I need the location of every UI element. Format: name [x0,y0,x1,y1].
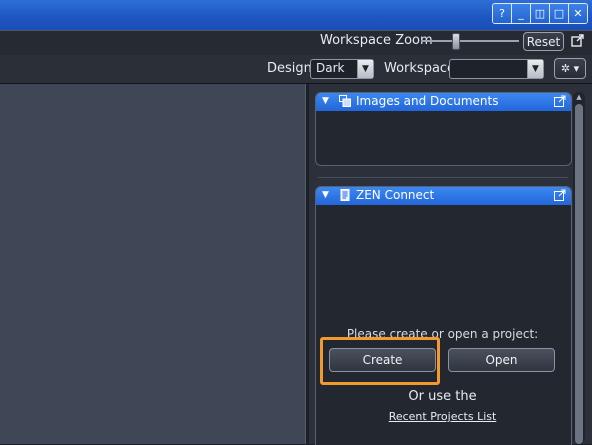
tile-button[interactable]: ◫ [530,4,549,23]
zoom-slider-track[interactable] [421,40,519,42]
zen-connect-header[interactable]: ▼ ZEN Connect [316,187,571,205]
collapse-triangle-icon[interactable]: ▼ [322,190,329,200]
chevron-down-icon: ▼ [357,60,373,78]
window-titlebar: ? _ ◫ □ ✕ [0,0,592,30]
help-button[interactable]: ? [493,4,511,23]
images-icon [339,95,351,107]
scroll-up-icon[interactable]: ▲ [575,93,583,101]
zoom-slider-thumb[interactable] [452,33,460,50]
external-icon[interactable] [554,189,566,201]
maximize-button[interactable]: □ [549,4,568,23]
or-use-text: Or use the [408,389,477,404]
collapse-triangle-icon[interactable]: ▼ [322,96,329,106]
window-controls: ? _ ◫ □ ✕ [492,3,588,24]
design-label: Design [267,61,312,76]
document-icon [339,189,351,201]
design-dropdown-value: Dark [316,61,345,75]
chevron-down-icon: ▼ [527,60,543,78]
reset-button[interactable]: Reset [523,32,564,51]
gear-icon: ✲ ▾ [560,62,580,75]
images-documents-panel: ▼ Images and Documents [315,92,572,166]
recent-projects-link[interactable]: Recent Projects List [315,410,570,423]
image-canvas [0,84,305,444]
settings-button[interactable]: ✲ ▾ [554,58,586,79]
external-icon[interactable] [554,95,566,107]
scrollbar-thumb[interactable] [575,104,583,444]
zen-connect-panel: ▼ ZEN Connect [315,186,572,445]
zoom-toolbar [0,30,592,56]
workspace-dropdown[interactable]: ▼ [449,59,544,79]
popout-icon[interactable] [570,33,584,47]
design-dropdown[interactable]: Dark ▼ [310,59,374,79]
images-documents-header[interactable]: ▼ Images and Documents [316,93,571,111]
zen-connect-title: ZEN Connect [356,188,435,202]
create-button-highlight [320,337,440,385]
minimize-button[interactable]: _ [511,4,530,23]
workspace-zoom-label: Workspace Zoom [320,33,433,48]
panel-separator [318,177,568,178]
open-button[interactable]: Open [448,348,555,372]
workspace-label: Workspace [384,61,456,76]
images-documents-title: Images and Documents [356,94,499,108]
close-button[interactable]: ✕ [568,4,587,23]
